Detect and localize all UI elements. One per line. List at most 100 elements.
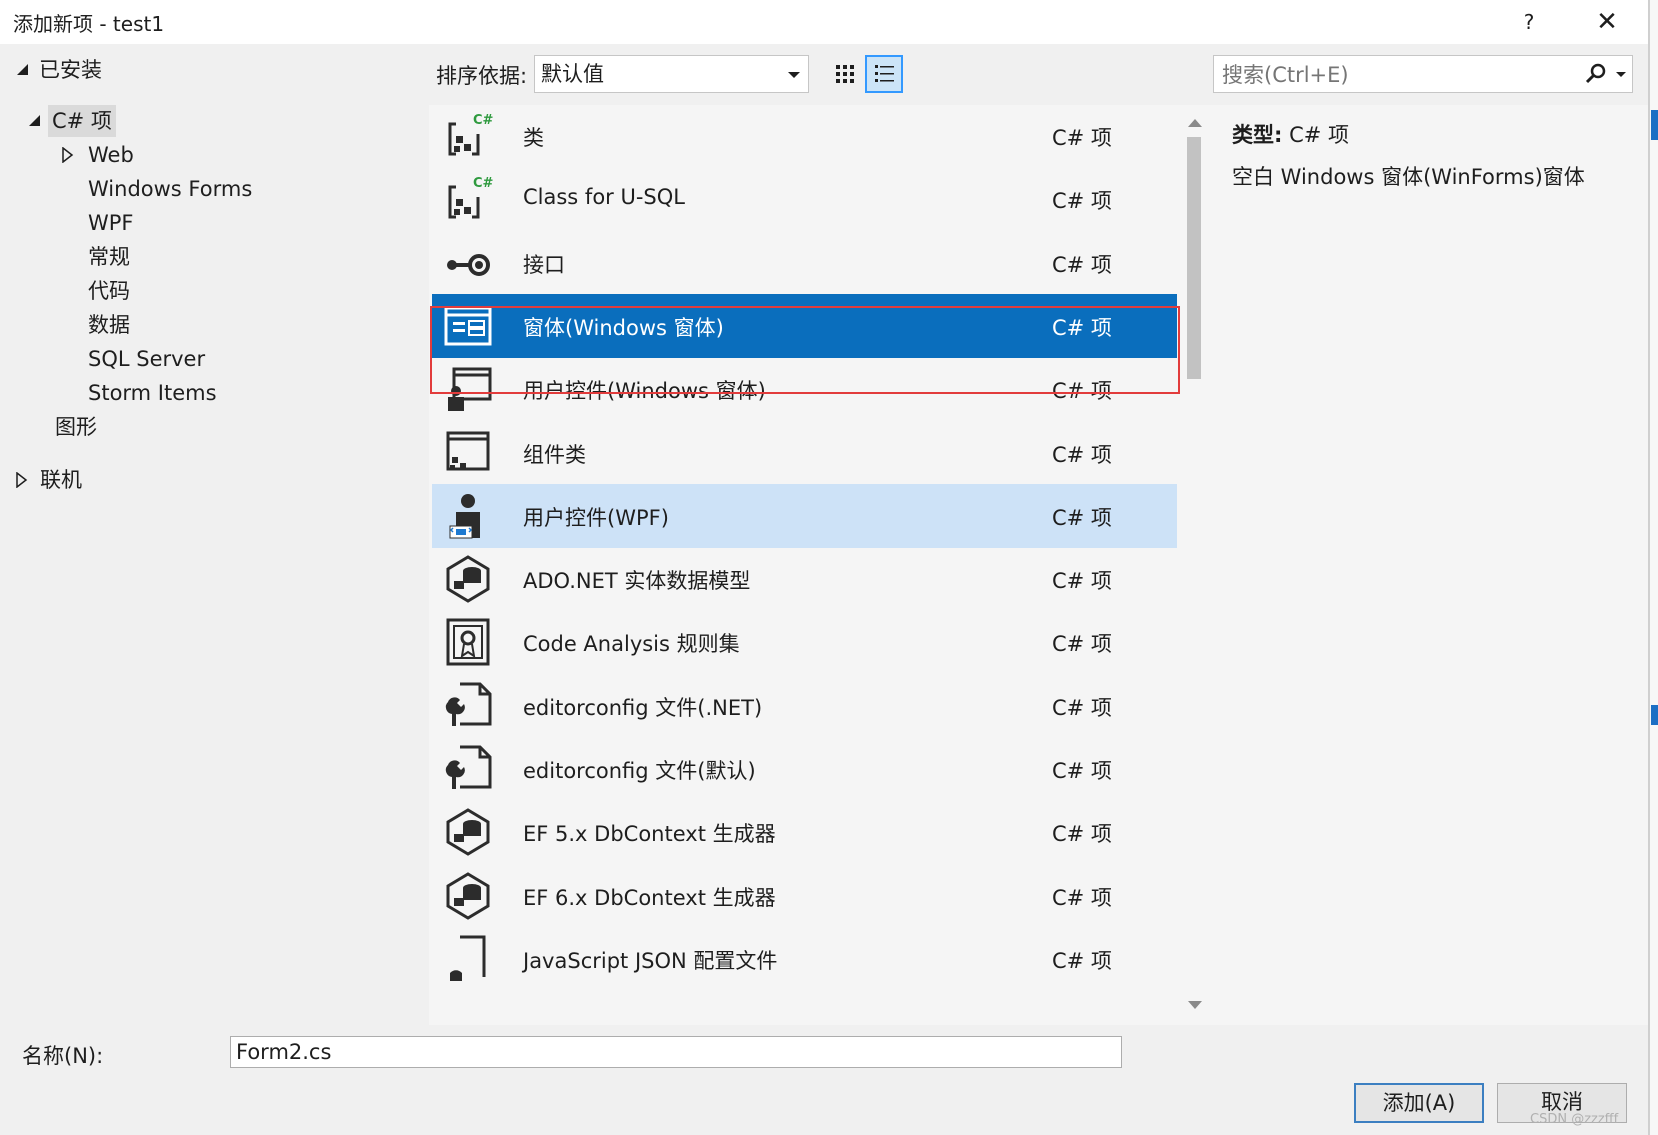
list-item-name: JavaScript JSON 配置文件 (523, 948, 778, 973)
tree-node-label: 联机 (40, 468, 82, 492)
title-bar: 添加新项 - test1 ? ✕ (0, 0, 1648, 44)
list-item[interactable]: 接口 C# 项 (432, 231, 1177, 295)
list-item-category: C# 项 (1052, 126, 1112, 150)
ruleset-icon (442, 616, 494, 668)
list-item-category: C# 项 (1052, 948, 1112, 973)
list-item-category: C# 项 (1052, 822, 1112, 847)
background-accent (1651, 110, 1658, 140)
list-item-name: 用户控件(WPF) (523, 505, 669, 530)
list-item[interactable]: EF 6.x DbContext 生成器 C# 项 (432, 864, 1177, 928)
tree-node-graphics[interactable]: 图形 (55, 411, 97, 443)
list-item-name: 接口 (523, 252, 565, 277)
list-item-category: C# 项 (1052, 442, 1112, 467)
item-type-label: 类型: (1232, 123, 1283, 147)
expanded-triangle-icon (29, 115, 40, 126)
list-item[interactable]: C# Class for U-SQL C# 项 (432, 167, 1177, 231)
interface-icon (442, 237, 494, 289)
entity-model-icon (442, 870, 494, 922)
list-item[interactable]: JavaScript JSON 配置文件 C# 项 (432, 927, 1177, 991)
list-item-name: EF 5.x DbContext 生成器 (523, 822, 776, 847)
name-input[interactable] (230, 1036, 1122, 1068)
tree-node-windows-forms[interactable]: Windows Forms (88, 173, 252, 205)
svg-text:C#: C# (473, 176, 494, 191)
name-label: 名称(N): (22, 1044, 104, 1068)
sort-by-label: 排序依据: (436, 64, 528, 88)
search-input[interactable] (1214, 56, 1584, 94)
entity-model-icon (442, 553, 494, 605)
add-button[interactable]: 添加(A) (1354, 1083, 1484, 1123)
sort-by-value: 默认值 (541, 62, 604, 86)
entity-model-icon (442, 806, 494, 858)
json-file-icon (442, 933, 494, 985)
list-item-category: C# 项 (1052, 759, 1112, 783)
collapsed-triangle-icon (16, 472, 28, 488)
list-item-name: editorconfig 文件(.NET) (523, 695, 763, 720)
highlight-outline (430, 306, 1180, 394)
tree-node-storm-items[interactable]: Storm Items (88, 377, 217, 409)
help-button[interactable]: ? (1514, 7, 1544, 37)
list-item-name: ADO.NET 实体数据模型 (523, 569, 751, 594)
item-type: 类型: C# 项 (1232, 119, 1349, 149)
watermark: CSDN @zzzfff (1530, 1112, 1619, 1127)
wpf-user-control-icon (442, 490, 494, 542)
tree-node-general[interactable]: 常规 (88, 241, 130, 273)
list-item[interactable]: EF 5.x DbContext 生成器 C# 项 (432, 800, 1177, 864)
config-file-icon (442, 743, 494, 795)
small-icons-view-button[interactable] (826, 55, 864, 93)
list-item[interactable]: ADO.NET 实体数据模型 C# 项 (432, 547, 1177, 611)
scroll-down-arrow-icon[interactable] (1188, 1001, 1202, 1009)
list-item[interactable]: 用户控件(WPF) C# 项 (432, 483, 1177, 548)
sort-by-dropdown[interactable]: 默认值 (534, 55, 809, 93)
search-icon (1585, 63, 1606, 84)
tree-node-label: 已安装 (39, 58, 102, 82)
scroll-up-arrow-icon[interactable] (1188, 119, 1202, 127)
tree-node-data[interactable]: 数据 (88, 309, 130, 341)
close-button[interactable]: ✕ (1590, 7, 1624, 37)
list-view-icon (875, 65, 894, 82)
config-file-icon (442, 680, 494, 732)
tree-node-label: Web (88, 143, 134, 167)
details-pane: 类型: C# 项 空白 Windows 窗体(WinForms)窗体 (1207, 105, 1648, 1025)
tree-node-label: C# 项 (48, 105, 116, 137)
expanded-triangle-icon (17, 64, 28, 75)
tree-node-code[interactable]: 代码 (88, 275, 130, 307)
list-item[interactable]: editorconfig 文件(.NET) C# 项 (432, 674, 1177, 738)
add-new-item-dialog: 添加新项 - test1 ? ✕ 已安装 C# 项 Web Windows Fo… (0, 0, 1649, 1135)
item-description: 空白 Windows 窗体(WinForms)窗体 (1232, 165, 1585, 189)
list-item[interactable]: C# 类 C# 项 (432, 105, 1177, 168)
background-window-edge (1649, 0, 1658, 1135)
class-icon: C# (442, 110, 494, 162)
list-item-name: 类 (523, 126, 544, 150)
list-item-name: Code Analysis 规则集 (523, 632, 740, 657)
list-item-category: C# 项 (1052, 885, 1112, 910)
item-type-value: C# 项 (1289, 123, 1350, 147)
list-item-name: 组件类 (523, 442, 586, 467)
list-item-name: Class for U-SQL (523, 185, 685, 210)
list-item-name: EF 6.x DbContext 生成器 (523, 885, 776, 910)
dialog-title: 添加新项 - test1 (13, 12, 165, 36)
list-item-category: C# 项 (1052, 695, 1112, 720)
list-item[interactable]: editorconfig 文件(默认) C# 项 (432, 737, 1177, 801)
tree-node-wpf[interactable]: WPF (88, 207, 134, 239)
collapsed-triangle-icon (62, 147, 74, 163)
search-box[interactable] (1213, 55, 1633, 94)
tree-node-sql-server[interactable]: SQL Server (88, 343, 205, 375)
list-item[interactable]: 组件类 C# 项 (432, 421, 1177, 485)
chevron-down-icon (1616, 72, 1626, 77)
background-accent (1651, 705, 1658, 725)
list-item-category: C# 项 (1052, 632, 1112, 657)
list-item[interactable]: Code Analysis 规则集 C# 项 (432, 610, 1177, 674)
template-tree: 已安装 C# 项 Web Windows Forms WPF 常规 代码 数据 … (0, 48, 420, 1023)
list-item-category: C# 项 (1052, 252, 1112, 277)
scroll-thumb[interactable] (1187, 137, 1201, 379)
grid-view-icon (836, 65, 854, 83)
list-view-button[interactable] (865, 55, 903, 93)
svg-text:C#: C# (473, 113, 494, 128)
class-icon: C# (442, 173, 494, 225)
chevron-down-icon (788, 72, 800, 78)
component-icon (442, 427, 494, 479)
template-list: C# 类 C# 项 C# Class for U-SQL C# 项接口 C# 项窗体(Win… (429, 105, 1207, 1025)
list-item-category: C# 项 (1052, 569, 1112, 594)
list-item-category: C# 项 (1052, 189, 1112, 214)
list-scrollbar[interactable] (1181, 105, 1207, 1025)
